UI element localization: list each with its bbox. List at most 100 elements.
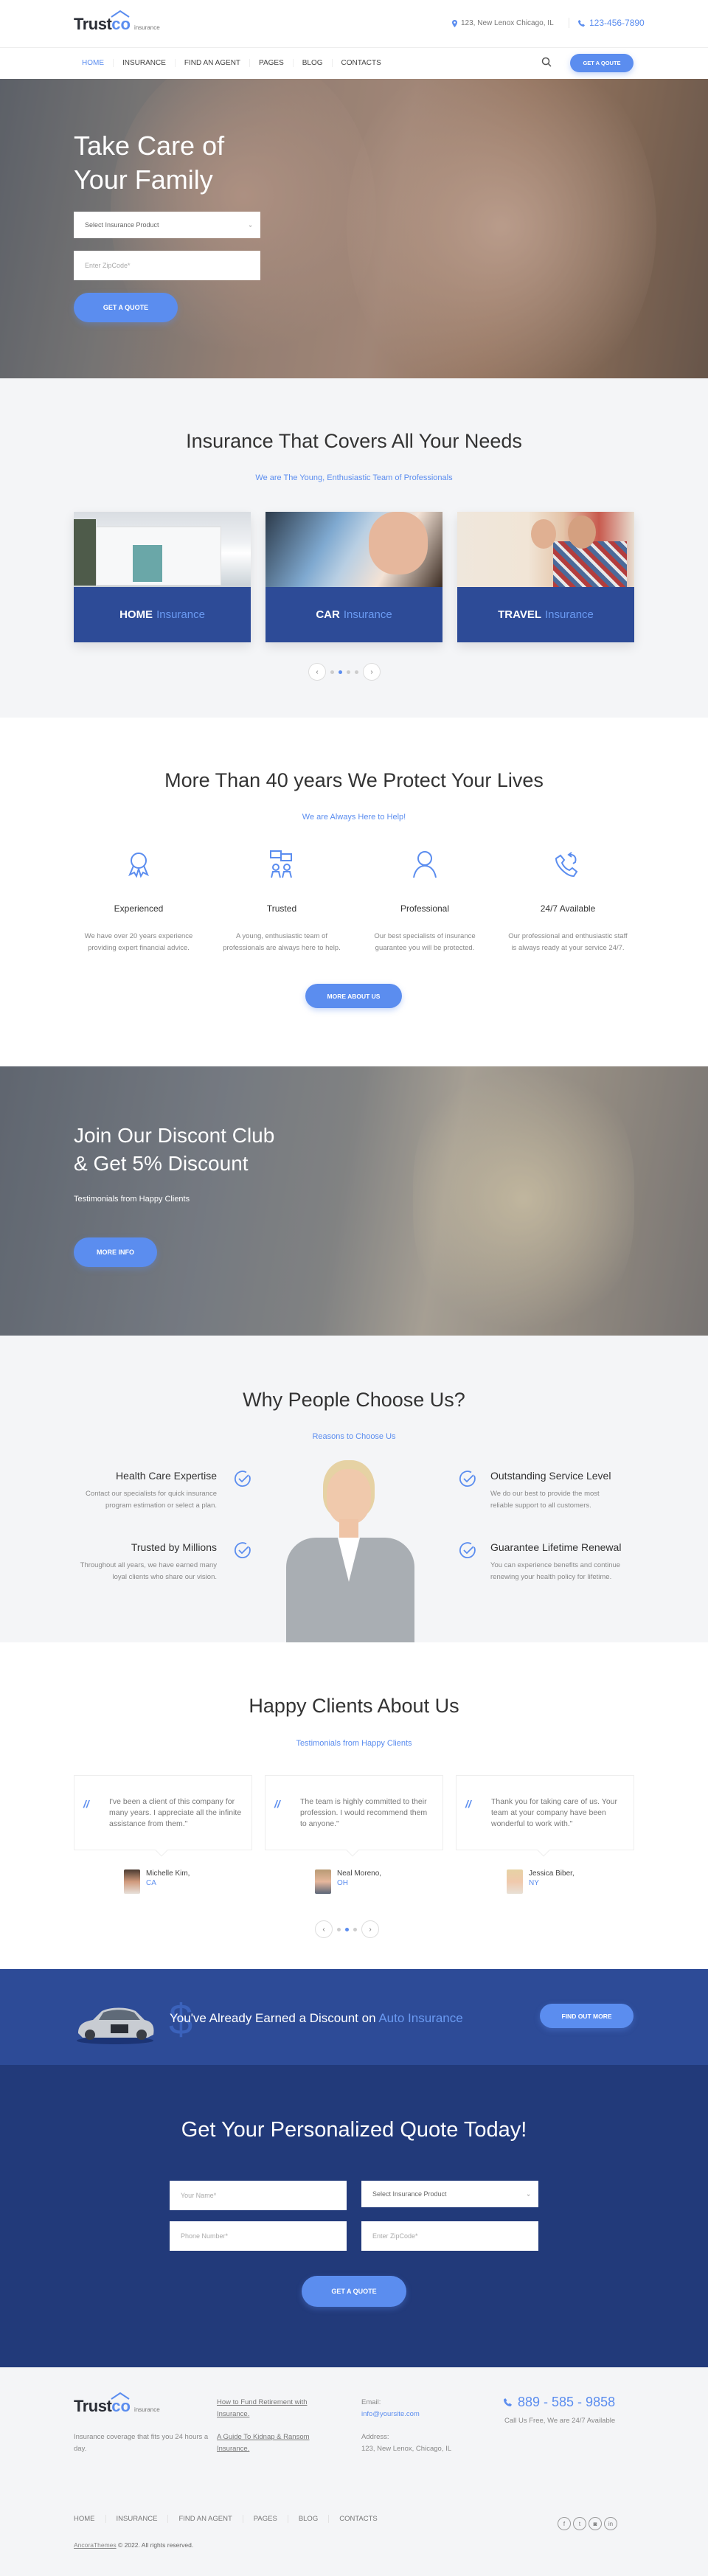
twitter-icon[interactable]: t <box>573 2517 586 2530</box>
nav-item-blog[interactable]: BLOG <box>292 59 332 67</box>
car-insurance-card[interactable]: CAR Insurance <box>266 512 442 642</box>
pager-dot[interactable] <box>355 670 358 674</box>
testimonial-author: Neal Moreno, OH <box>315 1869 381 1894</box>
why-woman-image <box>286 1460 414 1642</box>
linkedin-icon[interactable]: in <box>604 2517 617 2530</box>
phone-icon <box>578 19 585 27</box>
discount-title: Join Our Discont Club & Get 5% Discount <box>74 1124 275 1175</box>
footer-logo[interactable]: Trust co insurance <box>74 2392 160 2416</box>
footer-link-kidnap[interactable]: A Guide To Kidnap & Ransom Insurance. <box>217 2431 327 2455</box>
check-circle-icon <box>234 1471 251 1487</box>
footer-nav-insurance[interactable]: INSURANCE <box>105 2515 168 2523</box>
phone-icon <box>504 2398 512 2406</box>
next-arrow-button[interactable]: › <box>363 663 381 681</box>
phone-input[interactable]: Phone Number* <box>170 2221 347 2251</box>
instagram-icon[interactable]: ◙ <box>589 2517 602 2530</box>
footer-nav-find-agent[interactable]: FIND AN AGENT <box>167 2515 242 2523</box>
nav-menu: HOME INSURANCE FIND AN AGENT PAGES BLOG … <box>82 59 390 67</box>
search-icon[interactable] <box>541 57 552 67</box>
quote-icon: // <box>274 1798 280 1810</box>
pager-dot-active[interactable] <box>345 1927 349 1931</box>
pager-dot-active[interactable] <box>339 670 342 674</box>
footer-phone[interactable]: 889 - 585 - 9858 <box>504 2395 615 2410</box>
nav-item-home[interactable]: HOME <box>82 59 113 67</box>
pager-dot[interactable] <box>353 1927 357 1931</box>
travel-insurance-card[interactable]: TRAVEL Insurance <box>457 512 634 642</box>
brand-logo[interactable]: Trust co insurance <box>74 10 160 34</box>
quote-insurance-select[interactable]: Select Insurance Product ⌄ <box>361 2181 538 2207</box>
home-image <box>74 512 251 587</box>
feature-professional: Professional Our best specialists of ins… <box>358 850 491 954</box>
discount-subtitle: Testimonials from Happy Clients <box>74 1195 190 1204</box>
social-links: f t ◙ in <box>558 2517 617 2530</box>
quote-submit-button[interactable]: GET A QUOTE <box>302 2276 406 2307</box>
prev-arrow-button[interactable]: ‹ <box>308 663 326 681</box>
pager-dot[interactable] <box>337 1927 341 1931</box>
pager-dot[interactable] <box>330 670 334 674</box>
nav-item-find-agent[interactable]: FIND AN AGENT <box>174 59 249 67</box>
nav-item-contacts[interactable]: CONTACTS <box>331 59 390 67</box>
testimonials-carousel-pager: ‹ › <box>315 1920 379 1938</box>
footer-nav-contacts[interactable]: CONTACTS <box>328 2515 388 2523</box>
header-address: 123, New Lenox Chicago, IL <box>452 19 554 27</box>
hero-insurance-select[interactable]: Select Insurance Product ⌄ <box>74 212 260 238</box>
get-quote-nav-button[interactable]: GET A QOUTE <box>570 54 634 72</box>
more-about-us-button[interactable]: MORE ABOUT US <box>305 984 402 1008</box>
check-circle-icon <box>234 1542 251 1558</box>
footer-about: Insurance coverage that fits you 24 hour… <box>74 2433 209 2453</box>
roof-icon <box>111 2392 130 2400</box>
why-item-service-level: Outstanding Service Level We do our best… <box>490 1470 611 1510</box>
testimonial-card: // The team is highly committed to their… <box>265 1775 443 1857</box>
prev-arrow-button[interactable]: ‹ <box>315 1920 333 1938</box>
find-out-more-button[interactable]: FIND OUT MORE <box>540 2004 634 2028</box>
nav-item-insurance[interactable]: INSURANCE <box>113 59 175 67</box>
check-circle-icon <box>459 1542 476 1558</box>
nav-item-pages[interactable]: PAGES <box>249 59 293 67</box>
testimonials-title: Happy Clients About Us <box>249 1695 459 1717</box>
testimonial-author: Jessica Biber, NY <box>507 1869 575 1894</box>
quote-icon: // <box>465 1798 471 1810</box>
team-chat-icon <box>270 850 292 878</box>
hero-zip-input[interactable]: Enter ZipCode* <box>74 251 260 280</box>
quote-section <box>0 2065 708 2367</box>
phone-callback-icon <box>555 852 578 878</box>
footer-nav-blog[interactable]: BLOG <box>287 2515 328 2523</box>
pager-dot[interactable] <box>347 670 350 674</box>
promo-text: You've Already Earned a Discount on Auto… <box>170 2011 463 2025</box>
footer-phone-note: Call Us Free, We are 24/7 Available <box>504 2417 616 2425</box>
protect-title: More Than 40 years We Protect Your Lives <box>164 769 544 791</box>
why-subtitle: Reasons to Choose Us <box>312 1432 396 1441</box>
footer-nav-home[interactable]: HOME <box>74 2515 105 2523</box>
next-arrow-button[interactable]: › <box>361 1920 379 1938</box>
hero-get-quote-button[interactable]: GET A QUOTE <box>74 293 178 322</box>
header-phone[interactable]: 123-456-7890 <box>569 18 645 28</box>
testimonial-card: // Thank you for taking care of us. Your… <box>456 1775 634 1857</box>
feature-available: 24/7 Available Our professional and enth… <box>502 850 634 954</box>
avatar <box>507 1869 523 1894</box>
quote-icon: // <box>83 1798 89 1810</box>
user-icon <box>413 851 437 878</box>
footer-link-retirement[interactable]: How to Fund Retirement with Insurance. <box>217 2397 327 2420</box>
quote-zip-input[interactable]: Enter ZipCode* <box>361 2221 538 2251</box>
facebook-icon[interactable]: f <box>558 2517 571 2530</box>
footer-address: Address: 123, New Lenox, Chicago, IL <box>361 2433 451 2453</box>
avatar <box>315 1869 331 1894</box>
hero-title: Take Care of Your Family <box>74 131 225 195</box>
chevron-down-icon: ⌄ <box>248 221 253 229</box>
quote-title: Get Your Personalized Quote Today! <box>181 2118 527 2142</box>
name-input[interactable]: Your Name* <box>170 2181 347 2210</box>
testimonial-card: // I've been a client of this company fo… <box>74 1775 252 1857</box>
footer-email: Email: info@yoursite.com <box>361 2398 420 2418</box>
why-item-health-care: Health Care Expertise Contact our specia… <box>86 1470 217 1510</box>
map-pin-icon <box>452 19 457 27</box>
coverage-carousel-pager: ‹ › <box>308 663 381 681</box>
footer-nav-pages[interactable]: PAGES <box>242 2515 288 2523</box>
roof-icon <box>111 10 130 18</box>
car-image <box>266 512 442 587</box>
home-insurance-card[interactable]: HOME Insurance <box>74 512 251 642</box>
protect-subtitle: We are Always Here to Help! <box>302 813 406 822</box>
coverage-title: Insurance That Covers All Your Needs <box>186 430 522 452</box>
footer-nav: HOME INSURANCE FIND AN AGENT PAGES BLOG … <box>74 2515 388 2523</box>
chevron-down-icon: ⌄ <box>526 2190 531 2198</box>
more-info-button[interactable]: MORE INFO <box>74 1237 157 1267</box>
